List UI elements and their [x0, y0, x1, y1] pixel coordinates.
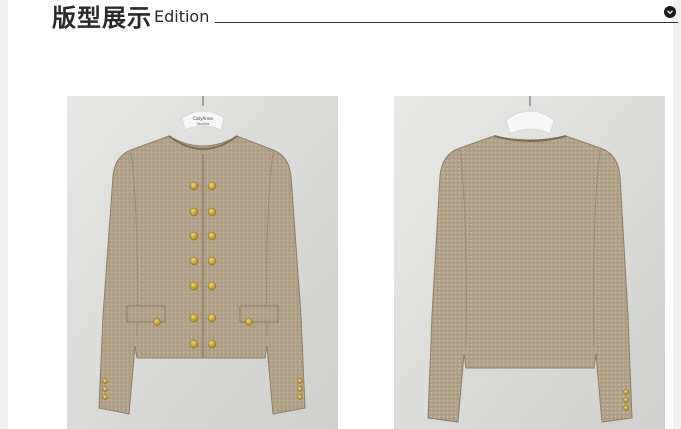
jacket-front-photo: CatyAnna Studios [67, 96, 338, 429]
section-title: 版型展示 [52, 4, 152, 32]
hanger-label-sub: Studios [197, 122, 210, 126]
jacket-back-photo [394, 96, 665, 429]
chevron-down-icon[interactable] [664, 6, 676, 18]
hanger-label: CatyAnna [193, 116, 213, 121]
header-divider [215, 22, 678, 23]
section-header: 版型展示 Edition [52, 0, 679, 32]
section-subtitle: Edition [154, 7, 210, 26]
